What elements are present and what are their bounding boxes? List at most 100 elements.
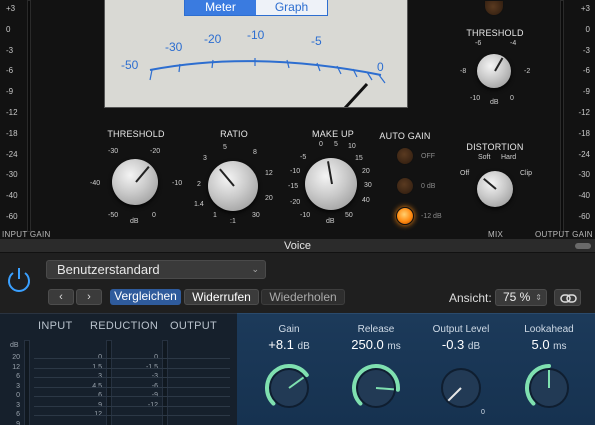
threshold-2-scale: -6	[475, 40, 482, 47]
release-value[interactable]: 250.0 ms	[336, 337, 416, 352]
threshold-2-label: THRESHOLD	[466, 28, 524, 38]
output-gain-scale-tick: -12	[578, 108, 590, 117]
output-gain-caption: OUTPUT GAIN	[535, 230, 593, 239]
compare-button[interactable]: Vergleichen	[110, 289, 181, 305]
threshold-2-scale: -2	[524, 68, 531, 75]
threshold-scale: -50	[108, 212, 119, 219]
link-icon	[560, 294, 577, 303]
redo-button[interactable]: Wiederholen	[261, 289, 345, 305]
distortion-knob[interactable]	[477, 171, 513, 207]
distortion-knob-pointer	[483, 177, 497, 190]
meter-gridline	[34, 358, 230, 359]
output-gain-scale-tick: +3	[580, 4, 590, 13]
reduction-meter-label: REDUCTION	[90, 320, 159, 332]
makeup-scale: -5	[300, 154, 307, 161]
makeup-knob-pointer	[327, 161, 333, 185]
input-gain-scale-tick: -40	[6, 191, 18, 201]
makeup-knob[interactable]	[305, 158, 357, 210]
output-meter-bar	[162, 340, 168, 425]
output-level-value-unit: dB	[467, 341, 481, 352]
window-title: Voice	[284, 240, 311, 252]
threshold-knob-pointer	[135, 166, 150, 183]
auto-gain-0db-label: 0 dB	[421, 183, 436, 190]
input-gain-scale-tick: -30	[6, 170, 18, 180]
resize-grip-icon[interactable]	[575, 243, 591, 249]
makeup-scale: 15	[355, 155, 363, 162]
output-gain-scale-tick: -9	[582, 87, 590, 97]
meter-gridline	[34, 405, 230, 407]
vu-scale-50: -50	[121, 58, 139, 72]
threshold-2-knob-pointer	[494, 57, 504, 72]
input-gain-scale-tick: -3	[6, 45, 14, 55]
release-knob[interactable]	[346, 358, 406, 418]
auto-gain-minus12-label: -12 dB	[421, 213, 442, 220]
threshold-scale: -20	[150, 148, 161, 155]
meter-scale-tick: 6	[16, 373, 20, 380]
power-icon	[8, 268, 30, 292]
window-titlebar[interactable]: Voice	[0, 239, 595, 253]
ratio-scale: 20	[265, 195, 273, 202]
auto-gain-label: AUTO GAIN	[379, 131, 431, 141]
gain-value[interactable]: +8.1 dB	[249, 337, 329, 352]
gain-value-number: +8.1	[268, 337, 298, 352]
meter-tab[interactable]: Meter	[185, 0, 256, 15]
ratio-scale: 12	[265, 170, 273, 177]
chevron-down-icon: ⌄	[251, 264, 259, 274]
output-gain-scale-tick: -60	[578, 212, 590, 221]
distortion-hard-label: Hard	[501, 154, 517, 161]
input-gain-scale-tick: -6	[6, 66, 14, 76]
output-level-label: Output Level	[432, 324, 490, 335]
makeup-scale: 40	[362, 197, 370, 204]
gain-knob[interactable]	[259, 358, 319, 418]
threshold-label: THRESHOLD	[107, 129, 165, 139]
ratio-scale: 3	[203, 155, 207, 162]
vu-scale-0: 0	[377, 60, 384, 74]
output-gain-scale-tick: 0	[585, 24, 590, 34]
makeup-scale: -20	[290, 199, 301, 206]
lookahead-value[interactable]: 5.0 ms	[509, 337, 589, 352]
chevron-updown-icon: ⇕	[535, 293, 542, 302]
preset-dropdown[interactable]: Benutzerstandard ⌄	[46, 260, 266, 279]
main-controls: Gain +8.1 dB Release 250.0 ms Output Level -0…	[237, 313, 595, 425]
vu-scale-20: -20	[204, 32, 222, 46]
threshold-knob[interactable]	[112, 159, 158, 205]
attack-knob-stub[interactable]	[484, 0, 504, 16]
power-button[interactable]	[4, 264, 34, 294]
ratio-scale: :1	[230, 218, 236, 225]
makeup-scale: 5	[334, 141, 338, 148]
next-preset-button[interactable]: ›	[76, 289, 102, 305]
output-level-value[interactable]: -0.3 dB	[421, 337, 501, 352]
ratio-scale: 1	[213, 212, 217, 219]
makeup-label: MAKE UP	[312, 129, 354, 139]
output-gain-scale-tick: -24	[578, 149, 590, 159]
zoom-select[interactable]: 75 % ⇕	[495, 289, 547, 306]
previous-preset-button[interactable]: ‹	[48, 289, 74, 305]
threshold-2-scale: -4	[510, 40, 517, 47]
meter-gridline	[34, 367, 230, 369]
graph-tab[interactable]: Graph	[256, 0, 327, 15]
link-button[interactable]	[554, 289, 581, 306]
vu-scale-10: -10	[247, 28, 265, 42]
auto-gain-minus12-button[interactable]	[396, 207, 414, 225]
auto-gain-0db-button[interactable]	[396, 177, 414, 195]
auto-gain-off-button[interactable]	[396, 147, 414, 165]
meter-scale-tick: 9	[16, 420, 20, 425]
threshold-unit: dB	[130, 218, 139, 225]
threshold-scale: -10	[172, 180, 183, 187]
input-meter-scale: 20 12 6 3 0 3 6 9	[8, 354, 20, 425]
distortion-clip-label: Clip	[520, 170, 533, 177]
ratio-knob[interactable]	[208, 161, 258, 211]
threshold-2-knob[interactable]	[477, 54, 511, 88]
undo-button[interactable]: Widerrufen	[184, 289, 259, 305]
input-meter-db-label: dB	[10, 342, 19, 349]
output-meter-scale: 0-1.5-3-6-9-12	[140, 354, 158, 411]
gain-label: Gain	[278, 324, 300, 335]
vu-meter: -50 -30 -20 -10 -5 0	[104, 0, 408, 108]
meter-scale-tick: 0	[16, 392, 20, 399]
input-meter-label: INPUT	[38, 320, 73, 332]
lookahead-knob[interactable]	[519, 358, 579, 418]
meter-gridline	[34, 377, 230, 378]
meter-scale-tick: 6	[16, 411, 20, 418]
lookahead-label: Lookahead	[524, 324, 574, 335]
output-level-value-number: -0.3	[441, 337, 468, 352]
